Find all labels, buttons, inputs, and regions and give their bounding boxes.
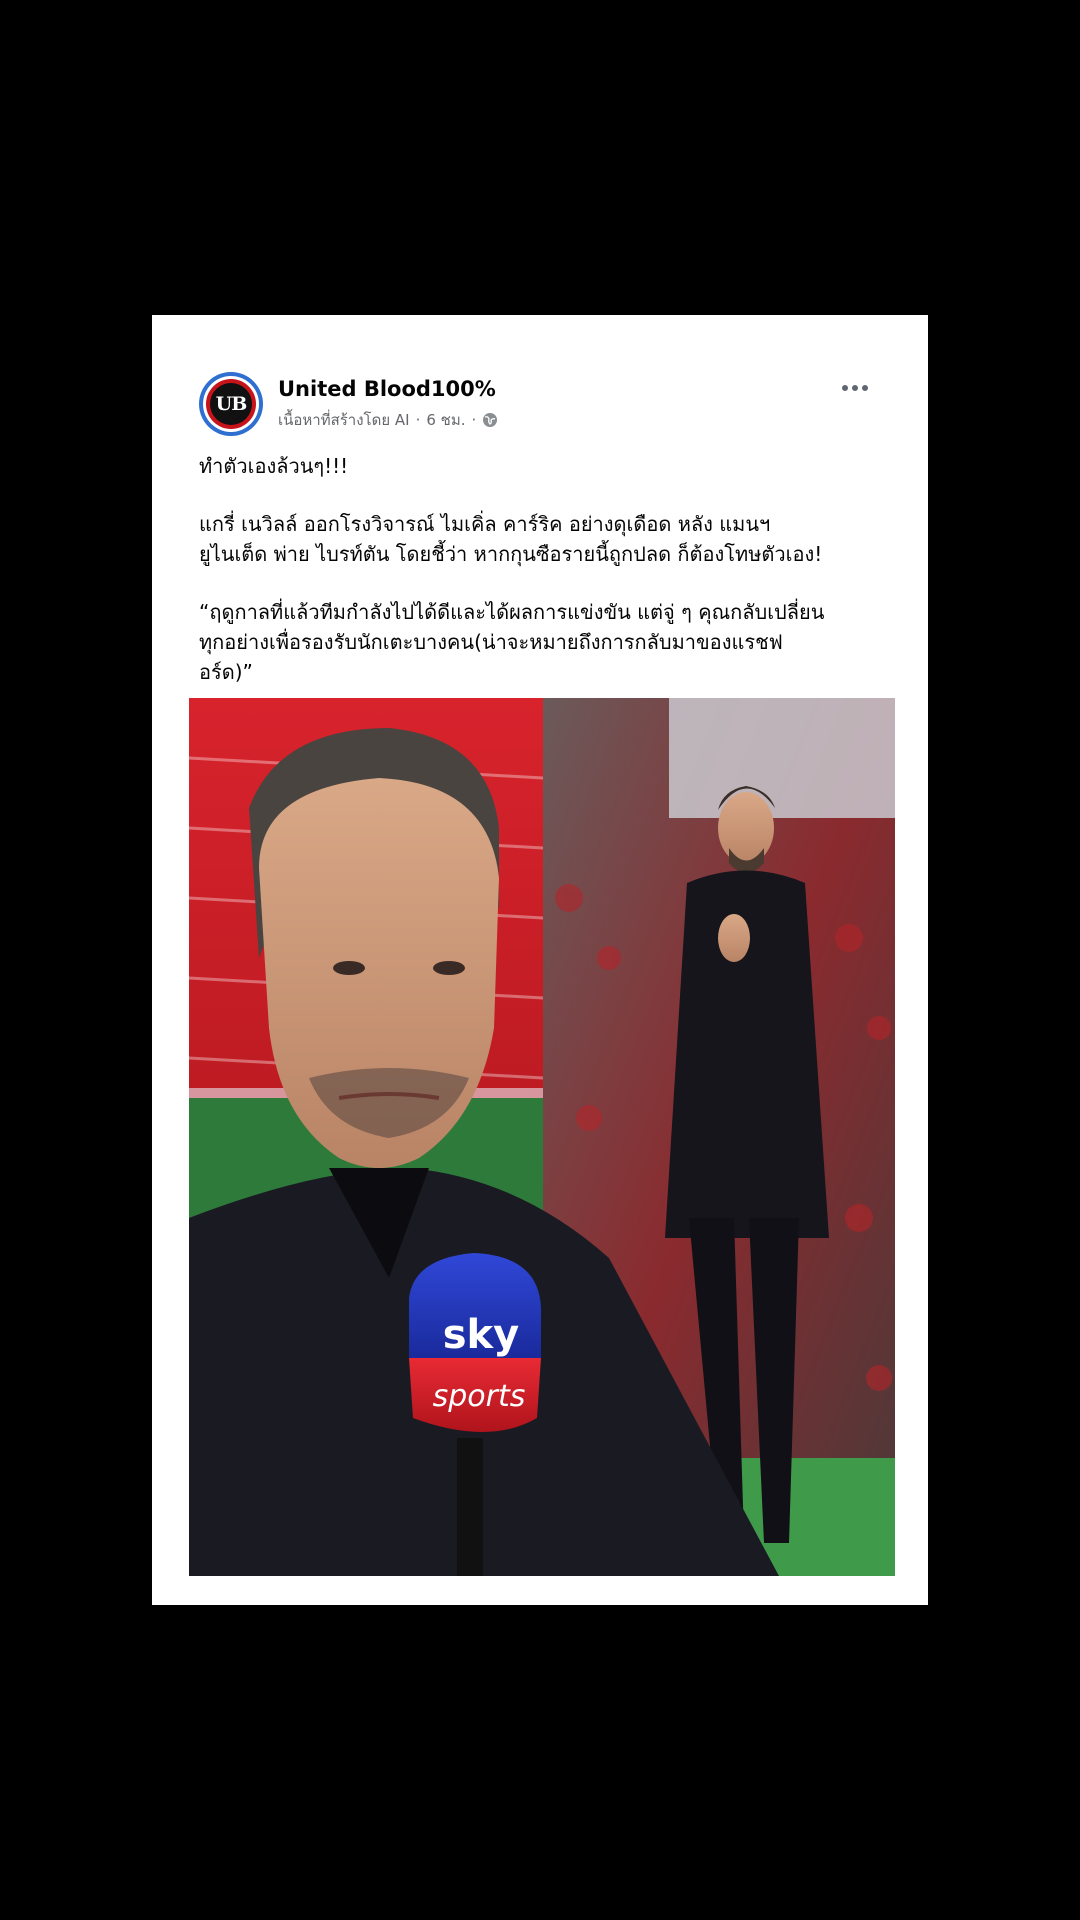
meta-separator: ·: [471, 411, 477, 429]
post-meta: เนื้อหาที่สร้างโดย AI · 6 ชม. ·: [278, 408, 498, 432]
meta-separator: ·: [415, 411, 421, 429]
more-options-icon[interactable]: [842, 385, 868, 391]
avatar-logo: UB: [210, 383, 252, 425]
post-time[interactable]: 6 ชม.: [426, 408, 465, 432]
post-text: ทำตัวเองล้วนๆ!!! แกรี่ เนวิลล์ ออกโรงวิจ…: [199, 451, 879, 715]
post-photo-illustration: sky sports: [189, 698, 895, 1576]
ai-content-label[interactable]: เนื้อหาที่สร้างโดย AI: [278, 408, 410, 432]
page-avatar[interactable]: UB: [199, 372, 263, 436]
mic-brand-sky: sky: [443, 1312, 519, 1358]
post-quote: “ฤดูกาลที่แล้วทีมกำลังไปได้ดีและได้ผลการ…: [199, 600, 825, 684]
globe-icon[interactable]: [482, 412, 498, 428]
post-body: แกรี่ เนวิลล์ ออกโรงวิจารณ์ ไมเคิ่ล คาร์…: [199, 512, 823, 566]
page-name[interactable]: United Blood100%: [278, 377, 496, 401]
post-image[interactable]: sky sports: [189, 698, 895, 1576]
post-headline: ทำตัวเองล้วนๆ!!!: [199, 454, 349, 478]
mic-brand-sports: sports: [433, 1379, 526, 1414]
post-card: UB United Blood100% เนื้อหาที่สร้างโดย A…: [152, 315, 928, 1605]
